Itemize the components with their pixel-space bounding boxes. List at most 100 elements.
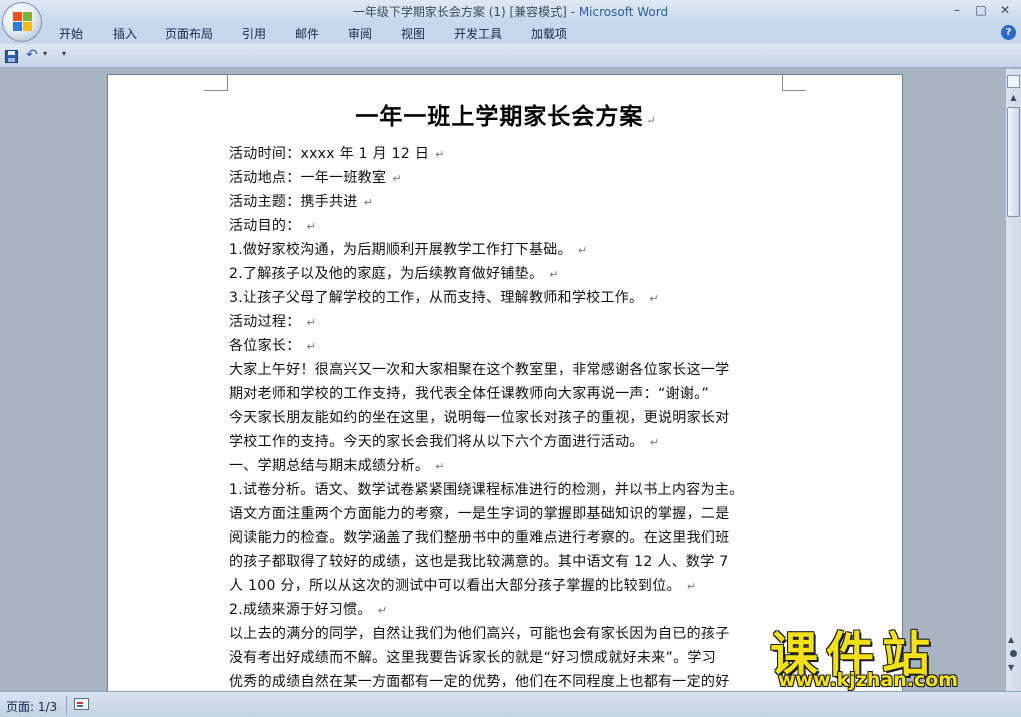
document-line-text: 1.试卷分析。语文、数学试卷紧紧围绕课程标准进行的检测，并以书上内容为主。 xyxy=(229,482,744,498)
paragraph-mark-icon: ↵ xyxy=(435,148,445,161)
paragraph-mark-icon: ↵ xyxy=(392,172,402,185)
document-line-text: 以上去的满分的同学，自然让我们为他们高兴，可能也会有家长因为自已的孩子 xyxy=(229,626,730,642)
maximize-button[interactable]: □ xyxy=(970,1,992,19)
ribbon-tabs: 开始 插入 页面布局 引用 邮件 审阅 视图 开发工具 加载项 ? xyxy=(0,22,1021,44)
document-line: 3.让孩子父母了解学校的工作，从而支持、理解教师和学校工作。 ↵ xyxy=(229,287,659,307)
tab-review[interactable]: 审阅 xyxy=(348,25,372,42)
tab-home[interactable]: 开始 xyxy=(59,25,83,42)
document-line-text: 各位家长： xyxy=(229,338,301,354)
document-line-text: 期对老师和学校的工作支持，我代表全体任课教师向大家再说一声：“谢谢。” xyxy=(229,386,710,402)
paragraph-mark-icon: ↵ xyxy=(686,580,697,593)
paragraph-mark-icon: ↵ xyxy=(306,316,317,329)
document-line: 2.了解孩子以及他的家庭，为后续教育做好铺垫。 ↵ xyxy=(229,263,559,283)
paragraph-mark-icon: ↵ xyxy=(549,268,559,281)
paragraph-mark-icon: ↵ xyxy=(435,460,445,473)
window-title-document: 一年级下学期家长会方案 (1) [兼容模式] - xyxy=(352,5,579,19)
document-line: 活动目的： ↵ xyxy=(229,215,316,235)
help-icon[interactable]: ? xyxy=(1001,25,1016,40)
document-line-text: 阅读能力的检查。数学涵盖了我们整册书中的重难点进行考察的。在这里我们班 xyxy=(229,530,730,546)
document-line: 期对老师和学校的工作支持，我代表全体任课教师向大家再说一声：“谢谢。” xyxy=(229,383,709,403)
paragraph-mark-icon: ↵ xyxy=(646,114,657,127)
document-line: 语文方面注重两个方面能力的考察，一是生字词的掌握即基础知识的掌握，二是 xyxy=(229,503,730,523)
scroll-thumb[interactable] xyxy=(1007,107,1020,217)
document-line: 1.试卷分析。语文、数学试卷紧紧围绕课程标准进行的检测，并以书上内容为主。 xyxy=(229,479,743,499)
paragraph-mark-icon: ↵ xyxy=(377,604,388,617)
scroll-up-button[interactable]: ▲ xyxy=(1007,91,1020,105)
document-line-text: 活动时间：xxxx 年 1 月 12 日 xyxy=(229,146,430,162)
close-button[interactable]: ✕ xyxy=(994,1,1016,19)
document-line: 没有考出好成绩而不解。这里我要告诉家长的就是“好习惯成就好未来”。学习 xyxy=(229,647,716,667)
undo-dropdown-icon[interactable]: ▾ xyxy=(43,49,47,58)
office-button[interactable] xyxy=(2,2,42,42)
tab-developer[interactable]: 开发工具 xyxy=(454,25,502,42)
tab-view[interactable]: 视图 xyxy=(401,25,425,42)
paragraph-mark-icon: ↵ xyxy=(306,220,317,233)
document-line-text: 3.让孩子父母了解学校的工作，从而支持、理解教师和学校工作。 xyxy=(229,290,644,306)
document-line-text: 语文方面注重两个方面能力的考察，一是生字词的掌握即基础知识的掌握，二是 xyxy=(229,506,730,522)
document-line: 学校工作的支持。今天的家长会我们将从以下六个方面进行活动。 ↵ xyxy=(229,431,659,451)
page-count[interactable]: 页面: 1/3 xyxy=(6,698,57,715)
tab-page-layout[interactable]: 页面布局 xyxy=(165,25,213,42)
document-line: 活动过程： ↵ xyxy=(229,311,316,331)
tab-mailings[interactable]: 邮件 xyxy=(295,25,319,42)
document-line: 以上去的满分的同学，自然让我们为他们高兴，可能也会有家长因为自已的孩子 xyxy=(229,623,730,643)
tab-add-ins[interactable]: 加载项 xyxy=(531,25,567,42)
document-page[interactable]: 一年一班上学期家长会方案 ↵ 活动时间：xxxx 年 1 月 12 日 ↵ 活动地点：… xyxy=(107,74,903,691)
document-line-text: 学校工作的支持。今天的家长会我们将从以下六个方面进行活动。 xyxy=(229,434,644,450)
document-line: 大家上午好！很高兴又一次和大家相聚在这个教室里，非常感谢各位家长这一学 xyxy=(229,359,730,379)
window-title: 一年级下学期家长会方案 (1) [兼容模式] - Microsoft Word xyxy=(0,3,1021,20)
site-watermark: 课件站 www.kjzhan.com xyxy=(770,615,1010,695)
document-line-text: 活动主题：携手共进 xyxy=(229,194,358,210)
status-divider xyxy=(66,696,67,714)
document-line-text: 一、学期总结与期末成绩分析。 xyxy=(229,458,430,474)
document-line-text: 人 100 分，所以从这次的测试中可以看出大部分孩子掌握的比较到位。 xyxy=(229,578,681,594)
watermark-url: www.kjzhan.com xyxy=(778,669,959,691)
paragraph-mark-icon: ↵ xyxy=(363,196,374,209)
vertical-scrollbar[interactable]: ▲ ▲ ▼ xyxy=(1005,69,1021,691)
crop-mark-top-left xyxy=(204,75,228,91)
document-line: 一、学期总结与期末成绩分析。 ↵ xyxy=(229,455,445,475)
document-line: 2.成绩来源于好习惯。 ↵ xyxy=(229,599,387,619)
document-line: 人 100 分，所以从这次的测试中可以看出大部分孩子掌握的比较到位。 ↵ xyxy=(229,575,696,595)
document-line-text: 2.成绩来源于好习惯。 xyxy=(229,602,372,618)
document-line: 活动地点：一年一班教室 ↵ xyxy=(229,167,402,187)
document-title-text: 一年一班上学期家长会方案 xyxy=(355,103,644,130)
document-line-text: 1.做好家校沟通，为后期顺利开展教学工作打下基础。 xyxy=(229,242,572,258)
undo-icon[interactable]: ↶ xyxy=(26,47,38,63)
document-line-text: 大家上午好！很高兴又一次和大家相聚在这个教室里，非常感谢各位家长这一学 xyxy=(229,362,730,378)
minimize-button[interactable]: – xyxy=(946,1,968,19)
document-line: 的孩子都取得了较好的成绩，这也是我比较满意的。其中语文有 12 人、数学 7 xyxy=(229,551,728,571)
title-bar: 一年级下学期家长会方案 (1) [兼容模式] - Microsoft Word … xyxy=(0,0,1021,22)
quick-access-toolbar: ↶ ▾ ▾ xyxy=(0,44,1021,68)
document-line-text: 活动过程： xyxy=(229,314,301,330)
document-line-text: 优秀的成绩自然在某一方面都有一定的优势，他们在不同程度上也都有一定的好 xyxy=(229,674,730,690)
document-line-text: 活动地点：一年一班教室 xyxy=(229,170,387,186)
document-line-text: 2.了解孩子以及他的家庭，为后续教育做好铺垫。 xyxy=(229,266,544,282)
document-line: 活动时间：xxxx 年 1 月 12 日 ↵ xyxy=(229,143,445,163)
save-icon[interactable] xyxy=(5,50,18,63)
document-title: 一年一班上学期家长会方案 ↵ xyxy=(108,97,904,131)
crop-mark-top-right xyxy=(782,75,806,91)
tab-references[interactable]: 引用 xyxy=(242,25,266,42)
document-line: 优秀的成绩自然在某一方面都有一定的优势，他们在不同程度上也都有一定的好 xyxy=(229,671,730,691)
document-line: 1.做好家校沟通，为后期顺利开展教学工作打下基础。 ↵ xyxy=(229,239,587,259)
document-area: 一年一班上学期家长会方案 ↵ 活动时间：xxxx 年 1 月 12 日 ↵ 活动地点：… xyxy=(0,69,1005,691)
document-line-text: 的孩子都取得了较好的成绩，这也是我比较满意的。其中语文有 12 人、数学 7 xyxy=(229,554,729,570)
document-line: 今天家长朋友能如约的坐在这里，说明每一位家长对孩子的重视，更说明家长对 xyxy=(229,407,730,427)
paragraph-mark-icon: ↵ xyxy=(649,292,659,305)
document-line: 阅读能力的检查。数学涵盖了我们整册书中的重难点进行考察的。在这里我们班 xyxy=(229,527,730,547)
office-logo-icon xyxy=(13,12,33,32)
document-line: 活动主题：携手共进 ↵ xyxy=(229,191,373,211)
view-ruler-icon[interactable] xyxy=(1007,75,1020,88)
paragraph-mark-icon: ↵ xyxy=(577,244,588,257)
document-line-text: 今天家长朋友能如约的坐在这里，说明每一位家长对孩子的重视，更说明家长对 xyxy=(229,410,730,426)
tab-insert[interactable]: 插入 xyxy=(113,25,137,42)
document-line-text: 没有考出好成绩而不解。这里我要告诉家长的就是“好习惯成就好未来”。学习 xyxy=(229,650,717,666)
document-line: 各位家长： ↵ xyxy=(229,335,316,355)
paragraph-mark-icon: ↵ xyxy=(306,340,317,353)
proofing-status-icon[interactable] xyxy=(74,698,89,710)
select-browse-object-icon[interactable] xyxy=(1010,650,1017,657)
window-title-app: Microsoft Word xyxy=(578,5,669,19)
document-line-text: 活动目的： xyxy=(229,218,301,234)
customize-toolbar-icon[interactable]: ▾ xyxy=(62,49,66,58)
